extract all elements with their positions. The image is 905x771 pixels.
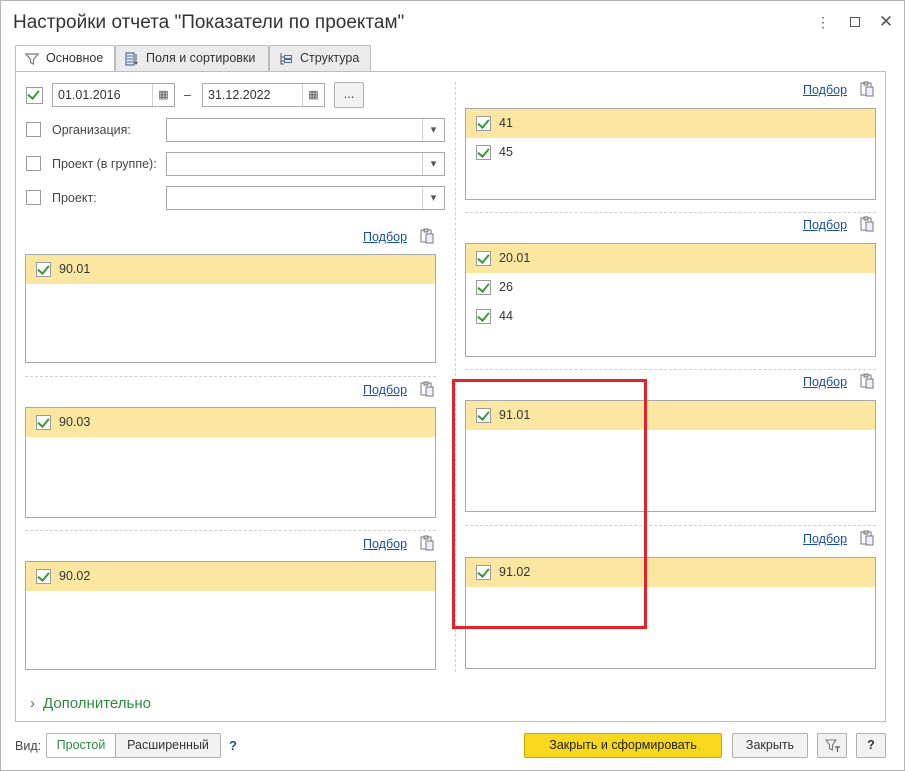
dropdown-arrow-icon[interactable]: ▾ xyxy=(422,187,444,209)
list-item-text: 44 xyxy=(499,309,513,323)
view-label: Вид: xyxy=(15,739,42,753)
list-item-checkbox[interactable] xyxy=(476,116,491,131)
list-item[interactable]: 20.01 xyxy=(466,244,875,273)
list-item-text: 90.03 xyxy=(59,415,91,429)
chevron-right-icon: › xyxy=(30,695,35,712)
filter-organization-label: Организация: xyxy=(52,123,131,137)
project-select[interactable]: ▾ xyxy=(166,186,445,210)
list-item[interactable]: 90.03 xyxy=(26,408,435,437)
pick-link[interactable]: Подбор xyxy=(803,532,847,546)
tab-structure-label: Структура xyxy=(300,51,360,65)
list-item-checkbox[interactable] xyxy=(476,280,491,295)
account-list-3[interactable]: 90.02 xyxy=(25,561,436,670)
list-item-checkbox[interactable] xyxy=(36,569,51,584)
list-item-checkbox[interactable] xyxy=(36,262,51,277)
tab-main[interactable]: Основное xyxy=(15,45,115,73)
list-item-text: 45 xyxy=(499,145,513,159)
period-dash: – xyxy=(184,88,191,102)
account-list-1[interactable]: 90.01 xyxy=(25,254,436,363)
additional-section-toggle[interactable]: › Дополнительно xyxy=(30,695,151,712)
account-list-2[interactable]: 90.03 xyxy=(25,407,436,518)
account-list-5[interactable]: 20.01 26 44 xyxy=(465,243,876,357)
close-icon[interactable]: ✕ xyxy=(875,11,897,33)
main-panel: 01.01.2016 ▦ – 31.12.2022 ▦ ... Организа… xyxy=(15,71,886,722)
fields-icon xyxy=(125,52,138,66)
close-button[interactable]: Закрыть xyxy=(732,733,808,758)
list-item-checkbox[interactable] xyxy=(36,415,51,430)
pick-link[interactable]: Подбор xyxy=(363,230,407,244)
filter-settings-button[interactable] xyxy=(817,733,847,758)
filter-project-group-label: Проект (в группе): xyxy=(52,157,157,171)
highlight-rectangle xyxy=(452,379,647,629)
clipboard-icon[interactable] xyxy=(420,535,434,551)
list-item-text: 90.01 xyxy=(59,262,91,276)
list-item[interactable]: 44 xyxy=(466,302,875,331)
dropdown-arrow-icon[interactable]: ▾ xyxy=(422,153,444,175)
clipboard-icon[interactable] xyxy=(860,216,874,232)
pick-link[interactable]: Подбор xyxy=(803,83,847,97)
list-item-text: 41 xyxy=(499,116,513,130)
organization-select[interactable]: ▾ xyxy=(166,118,445,142)
pick-link[interactable]: Подбор xyxy=(363,537,407,551)
filter-organization-checkbox[interactable] xyxy=(26,122,41,137)
date-to-value: 31.12.2022 xyxy=(208,88,271,102)
maximize-icon[interactable] xyxy=(844,11,866,33)
list-item-text: 90.02 xyxy=(59,569,91,583)
clipboard-icon[interactable] xyxy=(860,373,874,389)
list-item-checkbox[interactable] xyxy=(476,309,491,324)
additional-label: Дополнительно xyxy=(43,695,151,712)
list-item[interactable]: 41 xyxy=(466,109,875,138)
list-item-checkbox[interactable] xyxy=(476,251,491,266)
list-item[interactable]: 90.01 xyxy=(26,255,435,284)
project-group-select[interactable]: ▾ xyxy=(166,152,445,176)
clipboard-icon[interactable] xyxy=(860,81,874,97)
date-from-value: 01.01.2016 xyxy=(58,88,121,102)
clipboard-icon[interactable] xyxy=(860,530,874,546)
period-checkbox[interactable] xyxy=(26,87,43,104)
filter-project-checkbox[interactable] xyxy=(26,190,41,205)
filter-project-label: Проект: xyxy=(52,191,97,205)
calendar-icon[interactable]: ▦ xyxy=(302,84,324,106)
date-to-field[interactable]: 31.12.2022 ▦ xyxy=(202,83,325,107)
pick-link[interactable]: Подбор xyxy=(363,383,407,397)
close-and-generate-button[interactable]: Закрыть и сформировать xyxy=(524,733,722,758)
pick-link[interactable]: Подбор xyxy=(803,218,847,232)
list-item-checkbox[interactable] xyxy=(476,145,491,160)
list-item-text: 26 xyxy=(499,280,513,294)
pick-link[interactable]: Подбор xyxy=(803,375,847,389)
more-vertical-icon[interactable]: ⋮ xyxy=(812,11,834,33)
view-simple-button[interactable]: Простой xyxy=(46,733,116,758)
filter-icon xyxy=(25,53,39,65)
separator xyxy=(465,212,876,213)
date-from-field[interactable]: 01.01.2016 ▦ xyxy=(52,83,175,107)
calendar-icon[interactable]: ▦ xyxy=(152,84,174,106)
list-item[interactable]: 90.02 xyxy=(26,562,435,591)
tab-structure[interactable]: Структура xyxy=(269,45,371,72)
tab-main-label: Основное xyxy=(46,51,104,65)
tab-fields-label: Поля и сортировки xyxy=(146,51,256,65)
structure-icon xyxy=(280,53,292,65)
account-list-4[interactable]: 41 45 xyxy=(465,108,876,200)
separator xyxy=(25,530,436,531)
list-item[interactable]: 26 xyxy=(466,273,875,302)
clipboard-icon[interactable] xyxy=(420,381,434,397)
clipboard-icon[interactable] xyxy=(420,228,434,244)
window-title: Настройки отчета "Показатели по проектам… xyxy=(13,12,405,33)
period-select-button[interactable]: ... xyxy=(334,82,364,108)
list-item[interactable]: 45 xyxy=(466,138,875,167)
list-item-text: 20.01 xyxy=(499,251,531,265)
view-extended-button[interactable]: Расширенный xyxy=(115,733,221,758)
filter-project-group-checkbox[interactable] xyxy=(26,156,41,171)
separator xyxy=(25,376,436,377)
help-button[interactable]: ? xyxy=(856,733,886,758)
report-settings-window: Настройки отчета "Показатели по проектам… xyxy=(0,0,905,771)
filter-icon xyxy=(825,739,840,752)
separator xyxy=(465,369,876,370)
tab-fields-sorting[interactable]: Поля и сортировки xyxy=(115,45,269,72)
view-help-icon[interactable]: ? xyxy=(229,738,237,753)
dropdown-arrow-icon[interactable]: ▾ xyxy=(422,119,444,141)
